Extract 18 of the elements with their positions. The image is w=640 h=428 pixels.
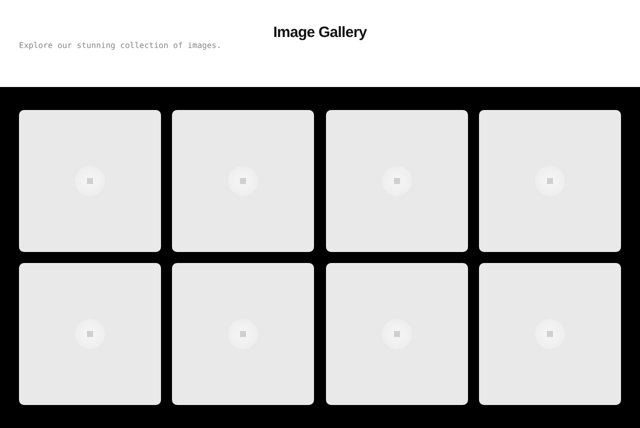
loading-icon [228,319,258,349]
loading-icon [228,166,258,196]
loading-icon [534,319,565,349]
loading-icon [534,166,565,196]
image-placeholder[interactable] [19,263,161,405]
image-placeholder[interactable] [326,110,468,252]
loading-icon [382,319,412,349]
loading-icon [382,166,412,196]
image-placeholder[interactable] [172,110,314,252]
page-subtitle: Explore our stunning collection of images. [19,40,222,52]
image-placeholder[interactable] [19,110,161,252]
loading-icon [75,166,105,196]
image-placeholder[interactable] [172,263,314,405]
image-placeholder[interactable] [478,263,621,405]
loading-icon [75,319,105,349]
image-placeholder[interactable] [478,110,621,252]
page-title: Image Gallery [273,23,367,43]
image-placeholder[interactable] [326,263,468,405]
